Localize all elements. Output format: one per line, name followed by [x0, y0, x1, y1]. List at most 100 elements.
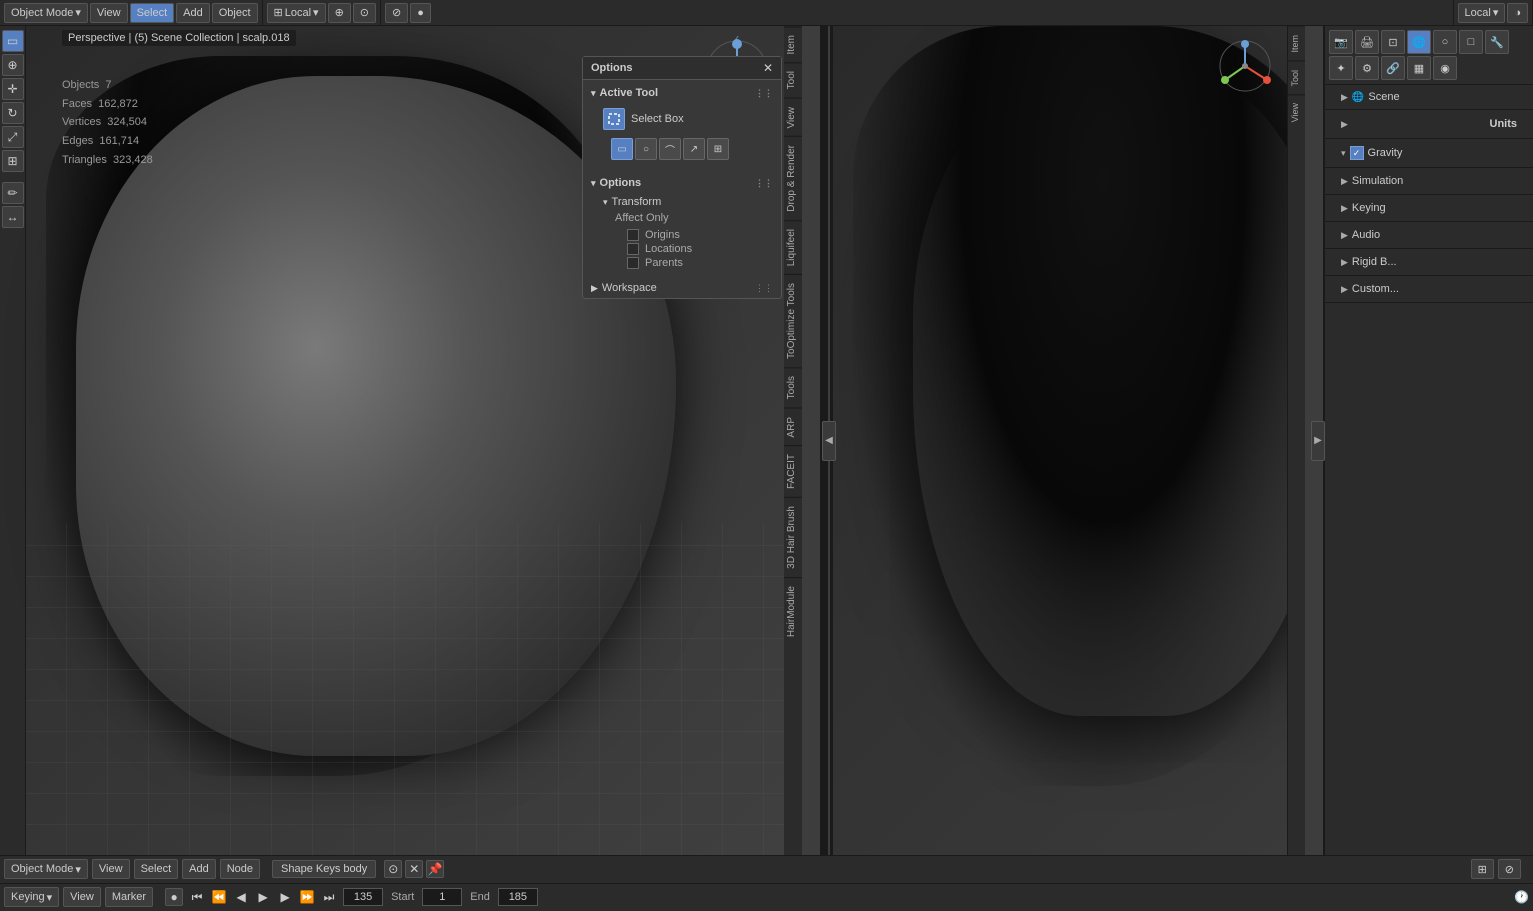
status-btn-2[interactable]: ✕: [405, 860, 423, 878]
object-menu[interactable]: Object: [212, 3, 258, 23]
props-data-btn[interactable]: ▦: [1407, 56, 1431, 80]
status-btn-1[interactable]: ⊙: [384, 860, 402, 878]
right-tab-view[interactable]: View: [1288, 94, 1305, 130]
annotate-tool-btn[interactable]: ✏: [2, 182, 24, 204]
transform-tool-btn[interactable]: ⊞: [2, 150, 24, 172]
next-keyframe-btn[interactable]: ▶: [275, 887, 295, 907]
options-close-btn[interactable]: ✕: [763, 61, 773, 75]
side-tab-tool[interactable]: Tool: [784, 62, 802, 97]
audio-row[interactable]: ▶ Audio: [1333, 226, 1525, 244]
right-collapse-btn[interactable]: ▶: [1311, 421, 1325, 461]
bottom-view-btn[interactable]: View: [92, 859, 130, 879]
keying-expand-arrow[interactable]: ▶: [1341, 203, 1348, 214]
custom-row[interactable]: ▶ Custom...: [1333, 280, 1525, 298]
current-frame-input[interactable]: [343, 888, 383, 906]
measure-tool-btn[interactable]: ↔: [2, 206, 24, 228]
side-tab-tooptimize[interactable]: ToOptimize Tools: [784, 274, 802, 367]
props-constraints-btn[interactable]: 🔗: [1381, 56, 1405, 80]
tool-mode-extra[interactable]: ⊞: [707, 138, 729, 160]
overlay-btn[interactable]: ⊘: [385, 3, 408, 23]
side-tab-view[interactable]: View: [784, 98, 802, 137]
bottom-add-btn[interactable]: Add: [182, 859, 216, 879]
right-shading[interactable]: ◑: [1507, 3, 1528, 23]
options-section-header[interactable]: ▾ Options ⋮⋮: [591, 174, 773, 192]
frame-reset-btn[interactable]: ●: [165, 888, 183, 906]
mode-dropdown[interactable]: Object Mode ▾: [4, 3, 88, 23]
gravity-checkbox[interactable]: ✓: [1350, 146, 1364, 160]
units-row[interactable]: ▶ Units: [1333, 114, 1525, 134]
right-nav-widget[interactable]: [1215, 36, 1275, 99]
transform-orient[interactable]: ⊞ Local ▾: [267, 3, 326, 23]
side-tab-faceit[interactable]: FACEIT: [784, 445, 802, 497]
start-frame-input[interactable]: [422, 888, 462, 906]
props-object-btn[interactable]: □: [1459, 30, 1483, 54]
bottom-node-btn[interactable]: Node: [220, 859, 260, 879]
right-tab-item[interactable]: Item: [1288, 26, 1305, 61]
sync-btn[interactable]: ⊞: [1471, 859, 1494, 879]
keying-row[interactable]: ▶ Keying: [1333, 199, 1525, 217]
side-tab-arp[interactable]: ARP: [784, 408, 802, 446]
origins-checkbox[interactable]: [627, 229, 639, 241]
scene-expand-arrow[interactable]: ▶: [1341, 92, 1348, 103]
viewport-left[interactable]: ▭ ⊕ ✛ ↻ ⤢ ⊞ ✏ ↔: [0, 26, 820, 855]
props-particles-btn[interactable]: ✦: [1329, 56, 1353, 80]
gravity-expand-arrow[interactable]: ▾: [1341, 148, 1346, 159]
prev-keyframe-btn[interactable]: ◀: [231, 887, 251, 907]
next-frame-btn[interactable]: ⏩: [297, 887, 317, 907]
play-btn[interactable]: ▶: [253, 887, 273, 907]
keying-dropdown[interactable]: Keying ▾: [4, 887, 59, 907]
props-modifier-btn[interactable]: 🔧: [1485, 30, 1509, 54]
side-tab-liquifeel[interactable]: Liquifeel: [784, 220, 802, 274]
workspace-row[interactable]: ▶ Workspace ⋮⋮: [583, 278, 781, 298]
playback-view-btn[interactable]: View: [63, 887, 101, 907]
tool-mode-select[interactable]: ↗: [683, 138, 705, 160]
audio-expand-arrow[interactable]: ▶: [1341, 230, 1348, 241]
gravity-row[interactable]: ▾ ✓ Gravity: [1333, 143, 1525, 163]
side-tab-hair-module[interactable]: HairModule: [784, 577, 802, 645]
scale-tool-btn[interactable]: ⤢: [2, 126, 24, 148]
jump-start-btn[interactable]: ⏮: [187, 887, 207, 907]
jump-end-btn[interactable]: ⏭: [319, 887, 339, 907]
overlay-btn-2[interactable]: ⊘: [1498, 859, 1521, 879]
locations-checkbox[interactable]: [627, 243, 639, 255]
simulation-expand-arrow[interactable]: ▶: [1341, 176, 1348, 187]
end-frame-input[interactable]: [498, 888, 538, 906]
side-tab-tools[interactable]: Tools: [784, 367, 802, 407]
tool-mode-box[interactable]: ▭: [611, 138, 633, 160]
select-menu[interactable]: Select: [130, 3, 175, 23]
collapse-arrow[interactable]: ◀: [822, 421, 836, 461]
marker-btn[interactable]: Marker: [105, 887, 153, 907]
status-btn-3[interactable]: 📌: [426, 860, 444, 878]
tool-mode-circle[interactable]: ○: [635, 138, 657, 160]
tool-mode-lasso[interactable]: ⌒: [659, 138, 681, 160]
transform-header[interactable]: ▾ Transform: [603, 194, 773, 210]
props-material-btn[interactable]: ◉: [1433, 56, 1457, 80]
props-scene-btn[interactable]: 🌐: [1407, 30, 1431, 54]
props-physics-btn[interactable]: ⚙: [1355, 56, 1379, 80]
side-tab-drop-render[interactable]: Drop & Render: [784, 136, 802, 220]
right-tab-tool[interactable]: Tool: [1288, 61, 1305, 95]
view-menu[interactable]: View: [90, 3, 128, 23]
viewport-right[interactable]: Item Tool View: [830, 26, 1323, 855]
side-tab-item[interactable]: Item: [784, 26, 802, 62]
simulation-row[interactable]: ▶ Simulation: [1333, 172, 1525, 190]
rotate-tool-btn[interactable]: ↻: [2, 102, 24, 124]
bottom-mode-dropdown[interactable]: Object Mode ▾: [4, 859, 88, 879]
right-mode-dropdown[interactable]: Local ▾: [1458, 3, 1506, 23]
side-tab-hair-brush[interactable]: 3D Hair Brush: [784, 497, 802, 577]
select-tool-btn[interactable]: ▭: [2, 30, 24, 52]
cursor-tool-btn[interactable]: ⊕: [2, 54, 24, 76]
props-render-btn[interactable]: 📷: [1329, 30, 1353, 54]
rigid-expand-arrow[interactable]: ▶: [1341, 257, 1348, 268]
prev-frame-btn[interactable]: ⏪: [209, 887, 229, 907]
parents-checkbox[interactable]: [627, 257, 639, 269]
add-menu[interactable]: Add: [176, 3, 210, 23]
props-output-btn[interactable]: 🖨: [1355, 30, 1379, 54]
snap-btn[interactable]: ⊕: [328, 3, 351, 23]
custom-expand-arrow[interactable]: ▶: [1341, 284, 1348, 295]
rigid-body-row[interactable]: ▶ Rigid B...: [1333, 253, 1525, 271]
units-expand-arrow[interactable]: ▶: [1341, 119, 1348, 130]
props-world-btn[interactable]: ○: [1433, 30, 1457, 54]
proportional-btn[interactable]: ⊙: [353, 3, 376, 23]
active-tool-header[interactable]: ▾ Active Tool ⋮⋮: [591, 84, 773, 102]
